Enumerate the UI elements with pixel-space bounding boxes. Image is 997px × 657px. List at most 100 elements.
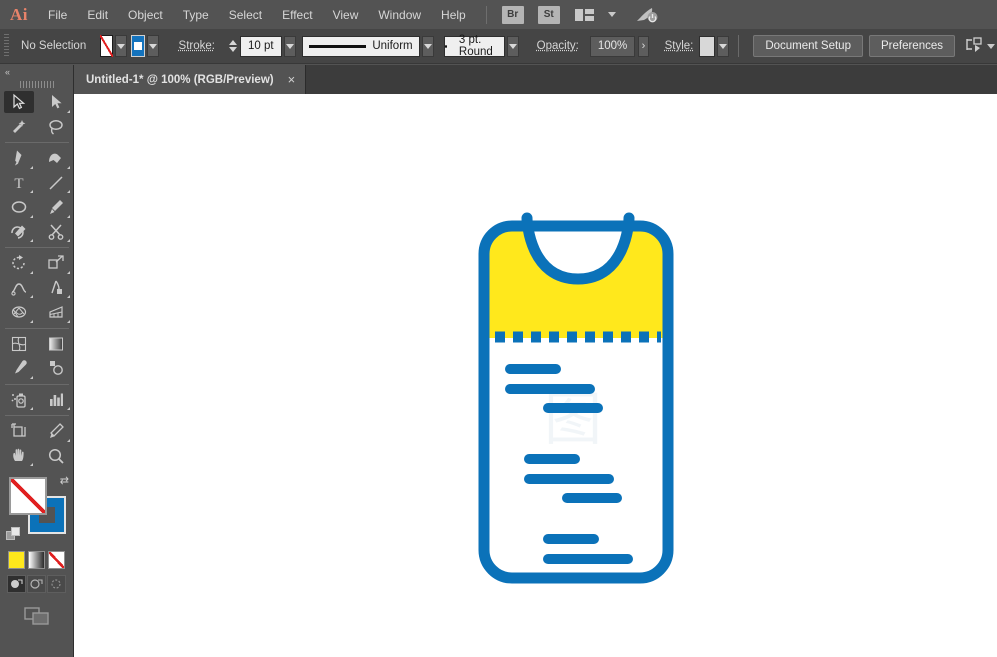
tool-perspective-grid[interactable] <box>37 300 74 325</box>
default-fill-stroke-icon[interactable] <box>6 527 21 542</box>
tool-type[interactable]: T <box>0 171 37 196</box>
text-bar <box>524 454 580 464</box>
stock-icon[interactable]: St <box>538 6 560 24</box>
stroke-weight-chevron-down-icon[interactable] <box>284 36 296 57</box>
menu-view[interactable]: View <box>323 0 369 29</box>
collapse-panel-icon[interactable]: « <box>0 65 73 78</box>
tool-width[interactable] <box>0 276 37 301</box>
tool-zoom[interactable] <box>37 444 74 469</box>
draw-normal-mode-button[interactable] <box>7 575 26 593</box>
menu-object[interactable]: Object <box>118 0 173 29</box>
screen-mode-button[interactable] <box>0 593 73 627</box>
tool-column-graph[interactable] <box>37 388 74 413</box>
tool-submenu-triangle-icon <box>67 295 70 298</box>
tool-submenu-triangle-icon <box>30 239 33 242</box>
color-swatch[interactable] <box>8 551 25 569</box>
bridge-icon[interactable]: Br <box>502 6 524 24</box>
fill-dropdown-chevron-down-icon[interactable] <box>115 35 127 57</box>
menu-window[interactable]: Window <box>368 0 431 29</box>
tool-shaper[interactable] <box>0 220 37 245</box>
stroke-weight-stepper[interactable] <box>229 35 237 57</box>
tool-mesh[interactable] <box>0 332 37 357</box>
menu-help[interactable]: Help <box>431 0 476 29</box>
ticket-illustration[interactable] <box>74 94 997 657</box>
tool-submenu-triangle-icon <box>30 463 33 466</box>
tool-free-transform[interactable] <box>37 276 74 301</box>
arrange-chevron-down-icon[interactable] <box>605 5 619 25</box>
tool-hand[interactable] <box>0 444 37 469</box>
tool-submenu-triangle-icon <box>67 320 70 323</box>
document-canvas[interactable]: 图 <box>74 94 997 657</box>
tool-eyedropper[interactable] <box>0 356 37 381</box>
tools-grid: T <box>0 90 74 468</box>
tool-submenu-triangle-icon <box>30 295 33 298</box>
fill-color-large-swatch[interactable] <box>9 477 47 515</box>
illustrator-window: Ai File Edit Object Type Select Effect V… <box>0 0 997 657</box>
tool-ellipse[interactable] <box>0 195 37 220</box>
fill-color-swatch[interactable] <box>100 35 113 57</box>
align-chevron-down-icon[interactable] <box>987 36 995 56</box>
opacity-input[interactable]: 100% <box>590 36 635 57</box>
none-swatch[interactable] <box>48 551 65 569</box>
document-tab-bar: Untitled-1* @ 100% (RGB/Preview) × <box>0 65 997 94</box>
tool-slice[interactable] <box>37 419 74 444</box>
tool-scale[interactable] <box>37 251 74 276</box>
swap-fill-stroke-icon[interactable]: ⇄ <box>60 474 69 487</box>
opacity-options-button[interactable]: › <box>638 36 648 57</box>
menu-file[interactable]: File <box>38 0 77 29</box>
close-icon[interactable]: × <box>288 73 296 86</box>
tool-submenu-triangle-icon <box>67 439 70 442</box>
draw-inside-mode-button[interactable] <box>47 575 66 593</box>
tool-direct-selection[interactable] <box>37 90 74 115</box>
tool-magic-wand[interactable] <box>0 115 37 140</box>
style-chevron-down-icon[interactable] <box>717 36 729 57</box>
tool-gradient[interactable] <box>37 332 74 357</box>
tool-submenu-triangle-icon <box>67 166 70 169</box>
menu-effect[interactable]: Effect <box>272 0 322 29</box>
stroke-dropdown-chevron-down-icon[interactable] <box>147 35 159 57</box>
control-bar-grip[interactable] <box>4 34 9 58</box>
text-bar <box>581 573 641 583</box>
stroke-profile-chevron-down-icon[interactable] <box>422 36 434 57</box>
tool-pen[interactable] <box>0 146 37 171</box>
tool-artboard[interactable] <box>0 419 37 444</box>
tool-submenu-triangle-icon <box>30 190 33 193</box>
stroke-weight-input[interactable]: 10 pt <box>240 36 282 57</box>
stroke-weight-label[interactable]: Stroke: <box>171 40 223 52</box>
graphic-style-swatch[interactable] <box>699 36 714 57</box>
tools-divider <box>5 142 69 143</box>
tool-blend[interactable] <box>37 356 74 381</box>
align-objects-icon[interactable] <box>965 36 987 56</box>
tool-rotate[interactable] <box>0 251 37 276</box>
search-adobe-stock-icon[interactable] <box>635 5 659 25</box>
document-setup-button[interactable]: Document Setup <box>753 35 863 57</box>
document-tab[interactable]: Untitled-1* @ 100% (RGB/Preview) × <box>74 65 306 94</box>
stroke-color-swatch[interactable] <box>131 35 144 57</box>
gradient-swatch[interactable] <box>28 551 45 569</box>
opacity-label[interactable]: Opacity: <box>529 40 587 52</box>
tool-line-segment[interactable] <box>37 171 74 196</box>
tools-panel-grip[interactable] <box>0 78 73 90</box>
tools-divider <box>5 384 69 385</box>
stroke-profile-select[interactable]: Uniform <box>302 36 420 57</box>
text-bar <box>505 364 561 374</box>
tool-selection[interactable] <box>0 90 37 115</box>
tool-scissors[interactable] <box>37 220 74 245</box>
tool-submenu-triangle-icon <box>67 271 70 274</box>
menu-edit[interactable]: Edit <box>77 0 118 29</box>
text-bar <box>505 384 595 394</box>
tool-shape-builder[interactable] <box>0 300 37 325</box>
style-label[interactable]: Style: <box>657 40 696 52</box>
menu-select[interactable]: Select <box>219 0 272 29</box>
preferences-button[interactable]: Preferences <box>869 35 955 57</box>
tool-curvature[interactable] <box>37 146 74 171</box>
tool-lasso[interactable] <box>37 115 74 140</box>
tool-symbol-sprayer[interactable] <box>0 388 37 413</box>
menu-type[interactable]: Type <box>173 0 219 29</box>
tool-paintbrush[interactable] <box>37 195 74 220</box>
draw-behind-mode-button[interactable] <box>27 575 46 593</box>
brush-definition-chevron-down-icon[interactable] <box>507 36 519 57</box>
text-bar <box>543 554 633 564</box>
brush-definition-select[interactable]: 3 pt. Round <box>444 36 505 57</box>
arrange-documents-icon[interactable] <box>573 5 597 25</box>
